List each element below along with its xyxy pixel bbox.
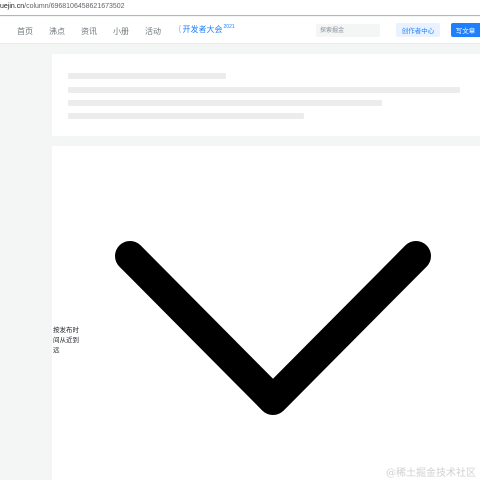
developer-conference-link[interactable]: ⟨开发者大会2021 — [178, 24, 235, 35]
skeleton-line — [68, 113, 304, 119]
skeleton-line — [68, 73, 226, 79]
skeleton-line — [68, 100, 382, 106]
column-header-card — [52, 54, 480, 136]
nav-item-home[interactable]: 首页 — [17, 26, 33, 37]
watermark: @稀土掘金技术社区 — [386, 468, 476, 479]
write-article-button[interactable]: 写文章 — [451, 23, 480, 37]
top-navbar: 首页 沸点 资讯 小册 活动 ⟨开发者大会2021 创作者中心 写文章 — [0, 17, 480, 44]
address-bar[interactable]: uejin.cn/column/6968106458621673502 — [0, 0, 480, 16]
nav-item-books[interactable]: 小册 — [113, 26, 129, 37]
search-input[interactable] — [316, 24, 380, 37]
brand-year: 2021 — [223, 24, 235, 31]
chevron-down-icon[interactable] — [114, 240, 432, 418]
brand-logo-icon: ⟨ — [178, 24, 182, 34]
skeleton-line — [68, 87, 460, 93]
sort-order-label[interactable]: 按发布时间从近到远 — [53, 326, 83, 356]
url-path: /column/6968106458621673502 — [24, 3, 125, 10]
nav-item-pins[interactable]: 沸点 — [49, 26, 65, 37]
nav-item-events[interactable]: 活动 — [145, 26, 161, 37]
nav-item-news[interactable]: 资讯 — [81, 26, 97, 37]
brand-label: 开发者大会 — [182, 25, 223, 34]
creator-center-button[interactable]: 创作者中心 — [396, 23, 440, 37]
url-host: uejin.cn — [0, 3, 25, 10]
